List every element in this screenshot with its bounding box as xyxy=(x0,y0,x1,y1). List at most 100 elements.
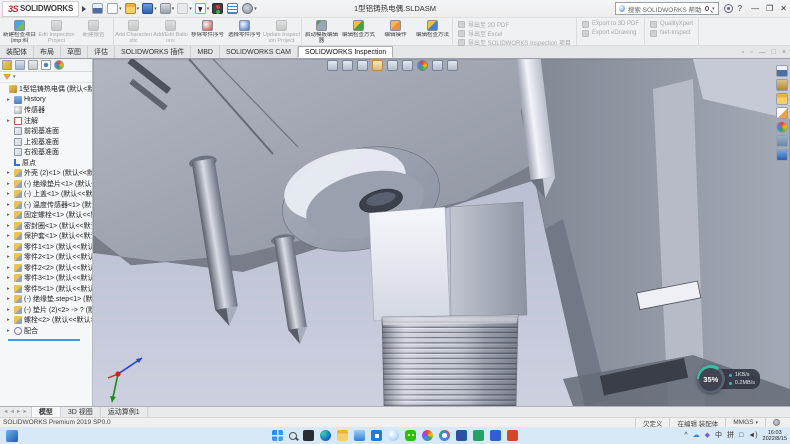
filter-caret-icon[interactable]: ▾ xyxy=(13,74,16,80)
command-tab[interactable]: 布局 xyxy=(34,46,61,58)
command-tab[interactable]: MBD xyxy=(191,46,220,58)
section-view-icon[interactable] xyxy=(357,60,368,71)
ribbon-button[interactable]: Edit Inspection Project xyxy=(38,18,75,45)
traffic-light-icon[interactable] xyxy=(212,3,224,14)
green-app-icon[interactable] xyxy=(473,430,484,441)
ribbon-button[interactable]: 启动模板编辑器 xyxy=(303,18,340,45)
expand-arrow-icon[interactable]: ▸ xyxy=(7,296,12,302)
expand-arrow-icon[interactable]: ▸ xyxy=(7,275,12,281)
edge-icon[interactable] xyxy=(320,430,331,441)
tree-item[interactable]: 传感器 xyxy=(0,105,92,116)
featuremanager-tab-icon[interactable] xyxy=(2,60,12,70)
save-icon[interactable]: ▾ xyxy=(142,3,157,14)
command-tab[interactable]: 草图 xyxy=(61,46,88,58)
tree-item[interactable]: ▸ History xyxy=(0,95,92,106)
select-icon[interactable]: ▾ xyxy=(195,3,210,14)
login-icon[interactable] xyxy=(724,4,733,13)
tree-item[interactable]: ▸ 注解 xyxy=(0,116,92,127)
hide-show-items-icon[interactable] xyxy=(402,60,413,71)
tree-item[interactable]: 原点 xyxy=(0,158,92,169)
ribbon-button[interactable]: 新建报告 xyxy=(75,18,112,45)
weather-icon[interactable] xyxy=(388,430,399,441)
tree-item[interactable]: ▸ (-) 垫片 (2)<2> -> ? (默认<<默认> xyxy=(0,305,92,316)
tree-item[interactable]: ▸ 配合 xyxy=(0,326,92,337)
tree-item[interactable]: ▸ 保护套<1> (默认<<默认>_显示状 xyxy=(0,231,92,242)
options-icon[interactable]: ▾ xyxy=(242,3,257,14)
tree-item[interactable]: ▸ 零件3<1> (默认<<默认>_显示状 xyxy=(0,273,92,284)
wps-ppt-icon[interactable] xyxy=(507,430,518,441)
search-input[interactable]: 搜索 SOLIDWORKS 帮助 ▾ xyxy=(615,2,719,15)
expand-arrow-icon[interactable]: ▸ xyxy=(7,317,12,323)
print-icon[interactable]: ▾ xyxy=(160,3,175,14)
minimize-button[interactable]: — xyxy=(751,4,759,13)
tree-item[interactable]: ▸ 螺栓<2> (默认<<默认>_显示状态 xyxy=(0,315,92,326)
store-icon[interactable] xyxy=(371,430,382,441)
ribbon-export-button[interactable]: 导出至 Excel xyxy=(458,29,571,37)
tree-item[interactable]: ▸ (-) 绝缘垫片<1> (默认<<默认>_显 xyxy=(0,179,92,190)
expand-arrow-icon[interactable]: ▸ xyxy=(7,202,12,208)
apply-scene-icon[interactable] xyxy=(432,60,443,71)
doc-close-icon[interactable]: × xyxy=(782,49,786,443)
ribbon-export-button[interactable]: 导出至 2D PDF xyxy=(458,20,571,28)
document-tab[interactable]: 运动算例1 xyxy=(101,407,148,417)
ime-language[interactable]: 中 xyxy=(715,432,722,439)
tree-item[interactable]: ▸ 固定螺栓<1> (默认<<默认>_显示 xyxy=(0,210,92,221)
expand-arrow-icon[interactable]: ▸ xyxy=(7,181,12,187)
expand-arrow-icon[interactable]: ▸ xyxy=(7,212,12,218)
tree-item[interactable]: ▸ 零件5<1> (默认<<默认>_显示状 xyxy=(0,284,92,295)
search-icon[interactable] xyxy=(289,432,297,440)
search-icon[interactable] xyxy=(705,6,710,11)
graphics-area[interactable]: 35% 1KB/s 0.2MB/s xyxy=(93,59,790,406)
restore-button[interactable]: ❐ xyxy=(766,4,773,13)
ribbon-button[interactable]: 选择零件序号 xyxy=(226,18,263,45)
ribbon-button[interactable]: 编辑操作 xyxy=(377,18,414,45)
command-tab[interactable]: SOLIDWORKS CAM xyxy=(220,46,298,58)
expand-arrow-icon[interactable]: ▸ xyxy=(7,244,12,250)
ribbon-button[interactable]: Update Inspection Project xyxy=(263,18,300,45)
tab-scroll-arrow-icon[interactable]: ► xyxy=(16,409,21,415)
browser-color-icon[interactable] xyxy=(422,430,433,441)
expand-arrow-icon[interactable]: ▸ xyxy=(7,223,12,229)
tab-scroll-arrow-icon[interactable]: ◄ xyxy=(3,409,8,415)
tree-item[interactable]: ▸ 零件2<2> (默认<<默认>_显示状 xyxy=(0,263,92,274)
tree-root-item[interactable]: 1型铝铸热电偶 (默认<默认_显示状态-1> xyxy=(0,84,92,95)
displaymanager-tab-icon[interactable] xyxy=(54,60,64,70)
undo-icon[interactable]: ▾ xyxy=(177,3,192,14)
ime-mode[interactable]: 拼 xyxy=(727,432,734,439)
grid-icon[interactable] xyxy=(227,3,239,14)
zoom-fit-icon[interactable] xyxy=(327,60,338,71)
ribbon-button[interactable]: 编辑检查方式 xyxy=(340,18,377,45)
ribbon-button[interactable]: Add Characteristic xyxy=(115,18,152,45)
ribbon-quality-button[interactable]: Net-Inspect xyxy=(650,29,693,37)
expand-arrow-icon[interactable]: ▸ xyxy=(7,170,12,176)
ribbon-export-button[interactable]: Export to 3D PDF xyxy=(582,20,639,28)
onedrive-icon[interactable]: ☁ xyxy=(693,432,700,439)
tree-filter[interactable]: ▾ xyxy=(0,72,92,83)
task-view-icon[interactable] xyxy=(303,430,314,441)
security-icon[interactable]: ◆ xyxy=(705,432,710,439)
doc-pane-icon[interactable]: ▫ xyxy=(742,49,744,443)
chrome-icon[interactable] xyxy=(439,430,450,441)
doc-minimize-icon[interactable]: — xyxy=(759,49,766,443)
ribbon-button[interactable]: 编辑检查方法 xyxy=(414,18,451,45)
document-tab[interactable]: 3D 视图 xyxy=(61,407,101,417)
propertymanager-tab-icon[interactable] xyxy=(15,60,25,70)
notes-app-icon[interactable] xyxy=(456,430,467,441)
command-tab[interactable]: 装配体 xyxy=(0,46,34,58)
tree-item[interactable]: 上视基准面 xyxy=(0,137,92,148)
doc-restore-icon[interactable]: □ xyxy=(772,49,776,443)
ribbon-quality-button[interactable]: QualityXpert xyxy=(650,20,693,28)
expand-arrow-icon[interactable]: ▸ xyxy=(7,97,12,103)
expand-arrow-icon[interactable]: ▸ xyxy=(7,118,12,124)
wps-writer-icon[interactable] xyxy=(490,430,501,441)
search-caret-icon[interactable]: ▾ xyxy=(712,6,715,12)
wechat-icon[interactable] xyxy=(405,430,416,441)
new-document-icon[interactable]: ▾ xyxy=(107,3,122,14)
view-settings-icon[interactable] xyxy=(447,60,458,71)
command-tab[interactable]: SOLIDWORKS Inspection xyxy=(298,46,393,58)
search-scope-icon[interactable] xyxy=(619,5,625,12)
tab-scroll-arrow-icon[interactable]: ► xyxy=(22,409,27,415)
expand-arrow-icon[interactable]: ▸ xyxy=(7,254,12,260)
expand-arrow-icon[interactable]: ▸ xyxy=(7,286,12,292)
tree-item[interactable]: 右视基准面 xyxy=(0,147,92,158)
